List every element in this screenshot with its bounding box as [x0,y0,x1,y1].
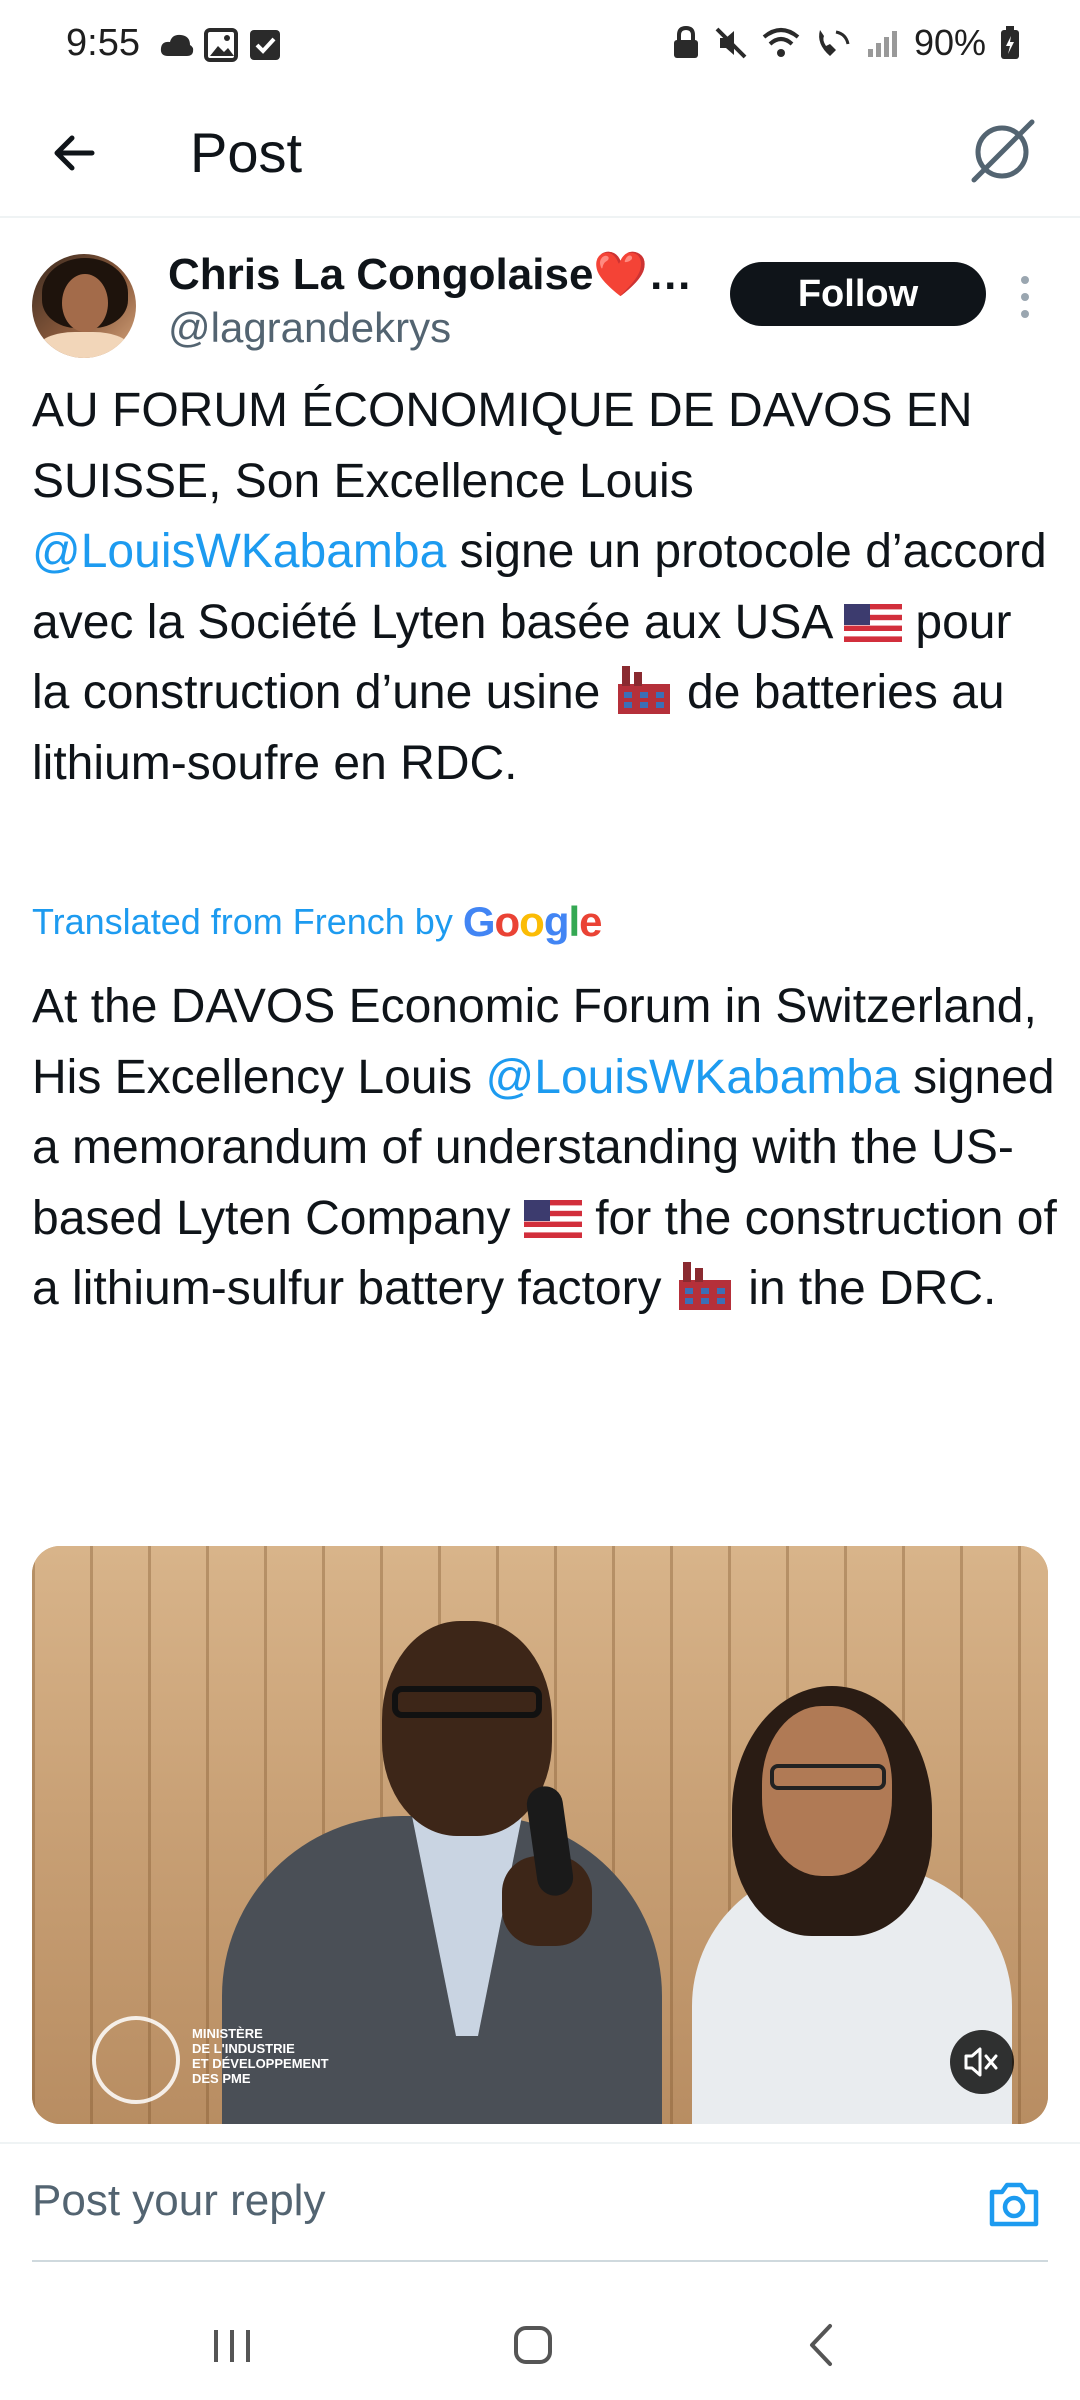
cloud-icon [160,34,194,56]
back-icon[interactable] [782,2310,862,2380]
ministry-seal-icon [92,2016,180,2104]
factory-icon [678,1262,731,1310]
factory-icon [617,666,670,714]
status-time: 9:55 [66,22,140,64]
volume-mute-icon[interactable] [950,2030,1014,2094]
us-flag-icon [844,603,903,642]
translation-notice: Translated from French by Google [32,898,603,946]
translated-label: Translated from French by [32,901,453,942]
mention-link[interactable]: @LouisWKabamba [486,1051,900,1104]
reply-input[interactable]: Post your reply [32,2176,325,2226]
system-nav-bar [0,2280,1080,2400]
post-video[interactable]: MINISTÈRE DE L'INDUSTRIE ET DÉVELOPPEMEN… [32,1546,1048,2124]
page-title: Post [190,121,303,184]
checkbox-icon [250,30,280,60]
author-handle[interactable]: @lagrandekrys [168,304,451,352]
more-options-icon[interactable] [1010,272,1040,322]
reply-bar: Post your reply [0,2142,1080,2264]
battery-percent: 90% [913,22,986,63]
reply-underline [32,2260,1048,2262]
author-display-name[interactable]: Chris La Congolaise❤️… [168,248,692,300]
lock-icon [673,26,698,58]
notification-icons [160,28,282,62]
avatar[interactable] [32,254,136,358]
grok-icon[interactable] [962,112,1042,192]
signal-icon [867,31,897,57]
us-flag-icon [523,1199,582,1238]
follow-button[interactable]: Follow [730,262,986,326]
recents-icon[interactable] [192,2310,272,2380]
mute-icon [715,27,747,59]
wifi-call-icon [819,30,850,56]
google-logo: Google [462,898,603,945]
post-original-text: AU FORUM ÉCONOMIQUE DE DAVOS EN SUISSE, … [32,384,1047,790]
video-watermark: MINISTÈRE DE L'INDUSTRIE ET DÉVELOPPEMEN… [192,2026,329,2086]
wifi-icon [762,28,800,57]
home-icon[interactable] [492,2310,572,2380]
battery-icon [1001,26,1019,59]
post-translated-text: At the DAVOS Economic Forum in Switzerla… [32,980,1057,1315]
mention-link[interactable]: @LouisWKabamba [32,525,446,578]
camera-icon[interactable] [984,2174,1044,2234]
status-bar: 9:55 90% [0,0,1080,90]
status-right: 90% [672,22,1020,64]
arrow-left-icon[interactable] [40,118,110,188]
top-app-bar: Post [0,92,1080,218]
image-icon [204,28,238,62]
